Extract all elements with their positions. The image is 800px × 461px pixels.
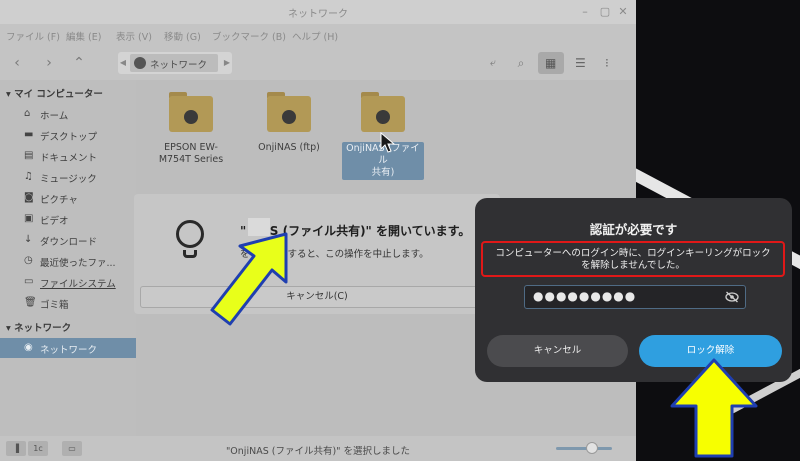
sidebar-item-label: ダウンロード xyxy=(40,237,98,248)
sidebar-item-pictures[interactable]: ◙ ピクチャ xyxy=(24,188,136,208)
sidebar-item-trash[interactable]: 🗑 ゴミ箱 xyxy=(24,293,136,313)
path-scroll-left-icon[interactable]: ◀ xyxy=(118,52,128,74)
mouse-cursor-icon xyxy=(380,132,396,153)
file-name: EPSON EW- M754T Series xyxy=(158,142,224,165)
sidebar-item-label: デスクトップ xyxy=(40,132,98,143)
auth-dialog-title: 認証が必要です xyxy=(589,222,678,237)
sidebar-item-label: ゴミ箱 xyxy=(40,300,69,311)
grid-view-icon: ▦ xyxy=(545,56,557,70)
trash-icon: 🗑 xyxy=(24,297,37,308)
list-view-button[interactable]: ☰ xyxy=(568,52,594,74)
mount-dialog: " NAS (ファイル共有)" を開いています。 をクリックすると、この操作を中… xyxy=(134,194,500,314)
zoom-slider-handle[interactable] xyxy=(586,442,598,454)
menu-edit[interactable]: 編集 (E) xyxy=(66,29,101,43)
mount-cancel-button[interactable]: キャンセル(C) xyxy=(140,286,494,308)
connect-icon[interactable]: ⤶ xyxy=(484,54,502,72)
sidebar-item-desktop[interactable]: ▬ デスクトップ xyxy=(24,125,136,145)
sidebar-item-label: ビデオ xyxy=(40,216,69,227)
file-item-onjinas-ftp[interactable]: OnjiNAS (ftp) xyxy=(242,80,336,180)
sidebar-item-label: 最近使ったファ... xyxy=(40,258,116,269)
desktop-icon: ▬ xyxy=(24,129,34,140)
sidebar-header-label: ネットワーク xyxy=(14,323,72,334)
sidebar-item-label: ドキュメント xyxy=(40,153,98,164)
path-bar: ◀ ネットワーク ▶ xyxy=(118,52,232,74)
sidebar-item-label: ネットワーク xyxy=(40,345,98,356)
menu-bookmarks[interactable]: ブックマーク (B) xyxy=(212,29,286,43)
sidebar-item-label: ホーム xyxy=(40,111,69,122)
network-folder-icon xyxy=(361,92,405,132)
menu-view[interactable]: 表示 (V) xyxy=(116,29,152,43)
status-bar: ▐ 1c ▭ "OnjiNAS (ファイル共有)" を選択しました xyxy=(0,436,636,461)
annotation-arrow-icon xyxy=(670,358,758,458)
chevron-down-icon: ▾ xyxy=(6,323,15,334)
back-icon[interactable]: ‹ xyxy=(8,54,26,72)
auth-message-highlight: コンピューターへのログイン時に、ログインキーリングがロックを解除しませんでした。 xyxy=(481,241,785,277)
sidebar-item-documents[interactable]: ▤ ドキュメント xyxy=(24,146,136,166)
sidebar-header-my-computer[interactable]: ▾ マイ コンピューター xyxy=(6,86,103,100)
annotation-arrow-icon xyxy=(210,232,288,326)
path-scroll-right-icon[interactable]: ▶ xyxy=(222,52,232,74)
zoom-slider-track[interactable] xyxy=(556,447,612,450)
file-item-epson[interactable]: EPSON EW- M754T Series xyxy=(144,80,238,180)
sidebar-item-label: ピクチャ xyxy=(40,195,78,206)
file-name: OnjiNAS (ftp) xyxy=(258,142,320,153)
password-input[interactable]: ●●●●●●●●● xyxy=(524,285,746,309)
file-item-onjinas-share[interactable]: OnjiNAS (ファイル 共有) xyxy=(336,80,430,180)
path-item-label: ネットワーク xyxy=(150,60,208,71)
forward-icon[interactable]: › xyxy=(40,54,58,72)
videos-icon: ▣ xyxy=(24,213,34,224)
network-folder-icon xyxy=(267,92,311,132)
sidebar-item-recent[interactable]: ◷ 最近使ったファ... xyxy=(24,251,136,271)
sidebar-header-network[interactable]: ▾ ネットワーク xyxy=(6,320,71,334)
filesystem-icon: ▭ xyxy=(24,276,34,287)
sidebar: ▾ マイ コンピューター ⌂ ホーム ▬ デスクトップ ▤ ドキュメント ♫ ミュージッ… xyxy=(0,80,136,436)
up-icon[interactable]: ⌃ xyxy=(70,54,88,72)
menu-bar: ファイル (F) 編集 (E) 表示 (V) 移動 (G) ブックマーク (B)… xyxy=(0,24,636,46)
compact-view-icon: ⁝ xyxy=(605,56,609,70)
globe-icon xyxy=(134,57,146,69)
auth-cancel-button[interactable]: キャンセル xyxy=(487,335,628,367)
sidebar-item-videos[interactable]: ▣ ビデオ xyxy=(24,209,136,229)
path-item-network[interactable]: ネットワーク xyxy=(130,54,218,72)
auth-dialog: 認証が必要です コンピューターへのログイン時に、ログインキーリングがロックを解除… xyxy=(475,198,792,382)
menu-help[interactable]: ヘルプ (H) xyxy=(292,29,338,43)
lightbulb-icon xyxy=(170,220,210,264)
maximize-icon[interactable]: ▢ xyxy=(598,5,612,19)
auth-message: コンピューターへのログイン時に、ログインキーリングがロックを解除しませんでした。 xyxy=(495,248,771,271)
downloads-icon: ↓ xyxy=(24,234,33,245)
sidebar-item-filesystem[interactable]: ▭ ファイルシステム xyxy=(24,272,136,292)
sidebar-header-label: マイ コンピューター xyxy=(14,89,103,100)
grid-view-button[interactable]: ▦ xyxy=(538,52,564,74)
title-bar[interactable]: ネットワーク – ▢ ✕ xyxy=(0,0,636,24)
window-title: ネットワーク xyxy=(288,9,348,20)
hide-password-icon[interactable] xyxy=(725,291,739,303)
sidebar-item-label: ファイルシステム xyxy=(40,279,116,290)
close-icon[interactable]: ✕ xyxy=(616,5,630,19)
recent-icon: ◷ xyxy=(24,255,33,266)
menu-file[interactable]: ファイル (F) xyxy=(6,29,60,43)
status-text: "OnjiNAS (ファイル共有)" を選択しました xyxy=(225,446,411,457)
home-icon: ⌂ xyxy=(24,108,31,119)
network-folder-icon xyxy=(169,92,213,132)
chevron-down-icon: ▾ xyxy=(6,89,15,100)
toolbar: ‹ › ⌃ ◀ ネットワーク ▶ ⤶ ⌕ ▦ ☰ ⁝ xyxy=(0,46,636,80)
minimize-icon[interactable]: – xyxy=(578,5,592,19)
sidebar-item-label: ミュージック xyxy=(40,174,97,185)
list-view-icon: ☰ xyxy=(575,56,586,70)
sidebar-item-downloads[interactable]: ↓ ダウンロード xyxy=(24,230,136,250)
pictures-icon: ◙ xyxy=(24,192,34,203)
documents-icon: ▤ xyxy=(24,150,34,161)
compact-view-button[interactable]: ⁝ xyxy=(598,52,624,74)
menu-go[interactable]: 移動 (G) xyxy=(164,29,201,43)
network-icon: ◉ xyxy=(24,342,33,353)
sidebar-item-home[interactable]: ⌂ ホーム xyxy=(24,104,136,124)
music-icon: ♫ xyxy=(24,171,33,182)
search-icon[interactable]: ⌕ xyxy=(512,54,530,72)
sidebar-item-network[interactable]: ◉ ネットワーク xyxy=(0,338,136,358)
password-value: ●●●●●●●●● xyxy=(533,289,637,303)
sidebar-item-music[interactable]: ♫ ミュージック xyxy=(24,167,136,187)
